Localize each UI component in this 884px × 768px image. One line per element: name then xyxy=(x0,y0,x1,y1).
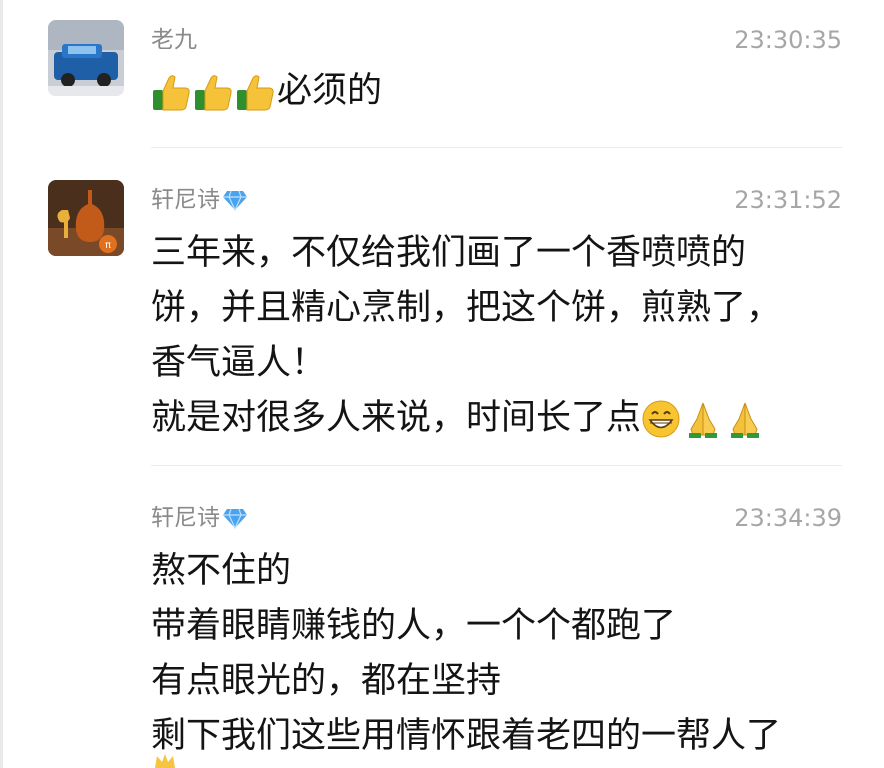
diamond-icon xyxy=(223,190,247,211)
comment-time: 23:30:35 xyxy=(734,26,842,54)
comment-divider xyxy=(151,147,842,148)
avatar-cognac-image: π xyxy=(48,180,124,256)
avatar-car-image xyxy=(48,20,124,96)
thumbs-up-icon xyxy=(195,74,232,110)
thumbs-up-icon xyxy=(237,74,274,110)
comment-text: 就是对很多人来说，时间长了点 xyxy=(151,398,642,438)
comment-line: 有点眼光的，都在坚持 xyxy=(151,661,502,701)
comment-line: 就是对很多人来说，时间长了点 xyxy=(151,391,781,446)
comment-username[interactable]: 老九 xyxy=(151,25,197,55)
thumbs-up-icon xyxy=(153,74,190,110)
grinning-face-icon xyxy=(642,400,680,437)
praying-hands-icon xyxy=(731,402,760,438)
comment-username[interactable]: 轩尼诗 xyxy=(151,503,248,533)
comment-text: 必须的 xyxy=(277,71,383,111)
praying-hands-icon xyxy=(689,402,718,438)
svg-text:π: π xyxy=(105,240,111,251)
comment-time: 23:34:39 xyxy=(734,504,842,532)
comment-line: 饼，并且精心烹制，把这个饼，煎熟了， xyxy=(151,288,782,328)
comment-username[interactable]: 轩尼诗 xyxy=(151,185,248,215)
comment-line: 香气逼人！ xyxy=(151,343,327,383)
comment-line: 带着眼睛赚钱的人，一个个都跑了 xyxy=(151,606,677,646)
comment-time: 23:31:52 xyxy=(734,186,842,214)
comment-line: 三年来，不仅给我们画了一个香喷喷的 xyxy=(151,233,747,273)
comment-line: 剩下我们这些用情怀跟着老四的一帮人了 xyxy=(151,716,782,756)
avatar[interactable] xyxy=(48,20,124,96)
comment-line: 必须的 xyxy=(151,64,382,119)
diamond-icon xyxy=(223,508,247,529)
comment-divider xyxy=(151,465,842,466)
left-border xyxy=(0,0,3,768)
crown-icon xyxy=(155,754,175,768)
avatar[interactable]: π xyxy=(48,180,124,256)
comment-line: 熬不住的 xyxy=(151,551,292,591)
